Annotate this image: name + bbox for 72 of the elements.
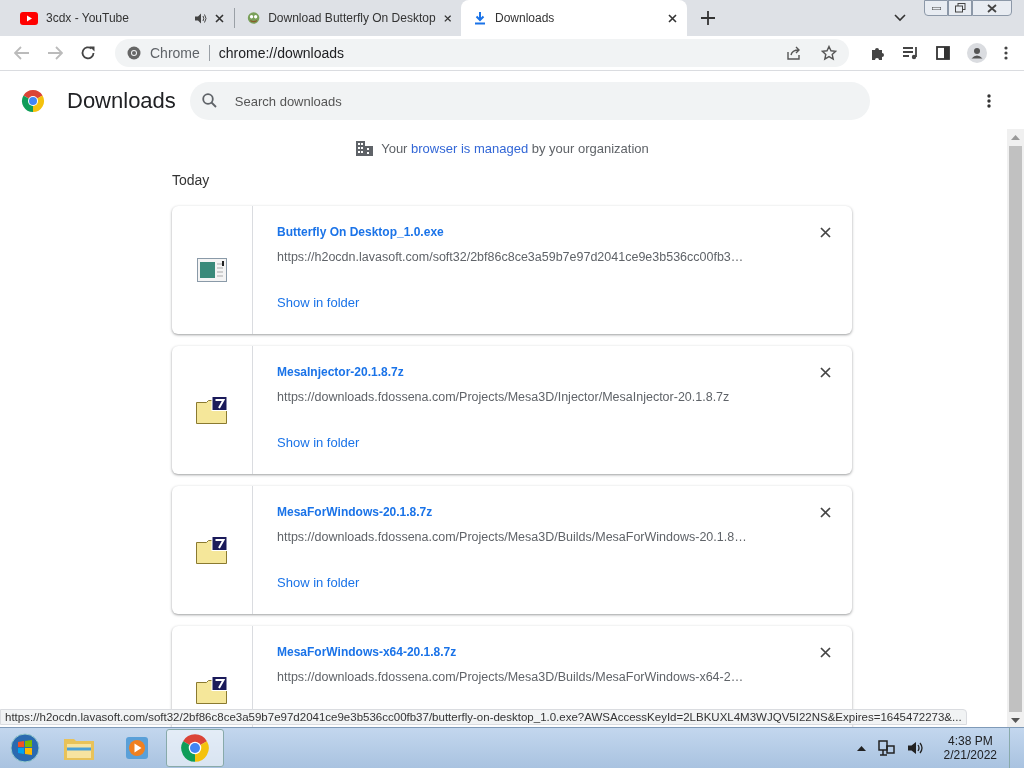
archive-folder-icon <box>196 676 228 704</box>
source-url: https://downloads.fdossena.com/Projects/Mesa3D/Builds/MesaForWindows-x64-2… <box>277 670 744 684</box>
status-bubble: https://h2ocdn.lavasoft.com/soft32/2bf86c8ce3a59b7e97d2041ce9e3b536cc00fb37/butterfly-on-desktop_1.0.exe?AWSAccessKeyId=2LBKUXL4M3WJQV5I22NS&Expires=1645472273&... <box>0 709 967 725</box>
clock-time: 4:38 PM <box>947 734 993 748</box>
puzzle-icon[interactable] <box>870 45 886 61</box>
address-bar[interactable]: Chrome chrome://downloads <box>115 39 849 67</box>
show-in-folder-link[interactable]: Show in folder <box>277 295 360 310</box>
profile-icon[interactable] <box>967 43 987 63</box>
file-name-link[interactable]: Butterfly On Desktop_1.0.exe <box>277 225 444 239</box>
file-name-link[interactable]: MesaInjector-20.1.8.7z <box>277 365 404 379</box>
close-icon[interactable] <box>820 367 831 378</box>
file-name-link[interactable]: MesaForWindows-x64-20.1.8.7z <box>277 645 457 659</box>
source-url: https://downloads.fdossena.com/Projects/Mesa3D/Injector/MesaInjector-20.1.8.7z <box>277 390 730 404</box>
file-name-link[interactable]: MesaForWindows-20.1.8.7z <box>277 505 433 519</box>
more-options-icon[interactable] <box>986 94 991 108</box>
restore-icon <box>954 3 966 13</box>
scroll-down-icon[interactable] <box>1011 718 1020 723</box>
tab-title: Download Butterfly On Desktop <box>268 11 436 25</box>
close-icon[interactable] <box>820 647 831 658</box>
close-icon[interactable] <box>820 507 831 518</box>
chrome-icon <box>127 46 141 60</box>
managed-notice: Your browser is managed by your organization <box>381 141 649 156</box>
close-tab-icon[interactable] <box>668 13 677 23</box>
side-panel-icon[interactable] <box>936 46 950 60</box>
taskbar-app[interactable] <box>166 729 224 767</box>
chrome-logo-icon <box>21 89 45 113</box>
search-field[interactable]: Search downloads <box>189 82 870 120</box>
chevron-down-icon[interactable] <box>894 14 906 22</box>
star-icon[interactable] <box>821 45 837 61</box>
address-url: chrome://downloads <box>218 45 345 61</box>
media-player-icon <box>124 735 150 761</box>
reload-icon[interactable] <box>80 45 96 61</box>
speaker-icon[interactable] <box>195 12 207 24</box>
clock-date: 2/21/2022 <box>943 748 997 762</box>
show-in-folder-link[interactable]: Show in folder <box>277 435 360 450</box>
close-tab-icon[interactable] <box>443 13 451 23</box>
close-icon[interactable] <box>820 227 831 238</box>
tray-arrow-icon[interactable] <box>856 745 866 751</box>
close-window-button[interactable] <box>972 0 1012 16</box>
source-url: https://downloads.fdossena.com/Projects/Mesa3D/Builds/MesaForWindows-20.1.8… <box>277 530 747 544</box>
browser-tab[interactable]: Downloads <box>461 0 687 36</box>
show-in-folder-link[interactable]: Show in folder <box>277 575 360 590</box>
site-label: Chrome <box>150 45 200 61</box>
restore-button[interactable] <box>948 0 972 16</box>
archive-folder-icon <box>196 396 228 424</box>
new-tab-icon[interactable] <box>701 11 715 25</box>
clock[interactable]: 4:38 PM 2/21/2022 <box>943 734 997 762</box>
scrollbar[interactable] <box>1007 129 1024 727</box>
page-title: Downloads <box>67 88 176 114</box>
network-icon[interactable] <box>877 740 896 756</box>
download-icon <box>473 11 487 25</box>
source-url: https://h2ocdn.lavasoft.com/soft32/2bf86c8ce3a59b7e97d2041ce9e3b536cc00fb3… <box>277 250 744 264</box>
scroll-thumb[interactable] <box>1009 146 1022 712</box>
close-icon <box>987 3 997 13</box>
video-logo-icon <box>20 11 38 25</box>
browser-tab[interactable]: 3cdx - YouTube <box>8 0 234 36</box>
application-icon <box>197 258 227 282</box>
tab-title: 3cdx - YouTube <box>46 11 130 25</box>
close-tab-icon[interactable] <box>215 13 224 23</box>
building-icon <box>356 141 374 156</box>
media-queue-icon[interactable] <box>903 46 919 60</box>
menu-icon[interactable] <box>1004 46 1008 60</box>
chrome-logo-icon <box>180 733 210 763</box>
creature-icon <box>247 10 261 26</box>
browser-tab[interactable]: Download Butterfly On Desktop <box>235 0 461 36</box>
date-heading: Today <box>172 172 211 188</box>
minimize-icon <box>931 6 941 10</box>
volume-icon[interactable] <box>907 741 924 755</box>
archive-folder-icon <box>196 536 228 564</box>
tab-title: Downloads <box>495 11 556 25</box>
share-icon[interactable] <box>786 46 802 60</box>
managed-link[interactable]: browser is managed <box>411 141 529 156</box>
